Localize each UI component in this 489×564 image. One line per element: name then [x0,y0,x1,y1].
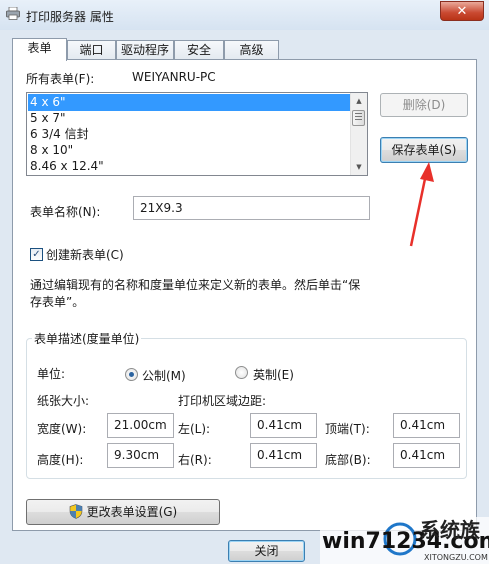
tab-security[interactable]: 安全 [174,40,224,60]
server-name: WEIYANRU-PC [132,70,216,84]
tab-advanced[interactable]: 高级 [224,40,279,60]
change-form-settings-label: 更改表单设置(G) [86,505,178,519]
list-item[interactable]: 8 x 10" [28,142,352,159]
unit-label: 单位: [37,367,66,381]
annotation-arrow-icon [409,162,434,247]
left-margin-label: 左(L): [178,422,211,436]
create-new-form-label[interactable]: 创建新表单(C) [46,246,124,263]
printer-icon [6,7,20,20]
description-text: 通过编辑现有的名称和度量单位来定义新的表单。然后单击“保存表单”。 [30,278,361,309]
form-name-label: 表单名称(N): [30,205,101,219]
create-new-form-checkbox[interactable]: ✓ [30,248,43,261]
height-input[interactable]: 9.30cm [107,443,174,468]
right-margin-label: 右(R): [178,453,212,467]
scroll-up-icon[interactable]: ▲ [353,95,365,107]
form-name-input[interactable]: 21X9.3 [133,196,370,220]
unit-english-label[interactable]: 英制(E) [253,366,294,383]
paper-size-label: 纸张大小: [37,394,90,408]
bottom-margin-input[interactable]: 0.41cm [393,443,460,468]
checkmark-icon: ✓ [32,249,41,260]
listbox-scrollbar[interactable]: ▲ ▼ [350,93,367,175]
height-label: 高度(H): [37,453,84,467]
tab-drivers[interactable]: 驱动程序 [116,40,174,60]
close-icon: ✕ [456,4,468,19]
tab-forms[interactable]: 表单 [12,38,67,61]
tab-ports[interactable]: 端口 [67,40,116,60]
unit-english-radio[interactable] [235,366,248,379]
unit-metric-label[interactable]: 公制(M) [142,367,186,384]
bottom-margin-label: 底部(B): [325,453,371,467]
right-margin-input[interactable]: 0.41cm [250,443,317,468]
uac-shield-icon [69,504,83,519]
top-margin-label: 顶端(T): [325,422,370,436]
svg-text:系统族: 系统族 [420,518,481,542]
list-item[interactable]: 6 3/4 信封 [28,126,352,143]
left-margin-input[interactable]: 0.41cm [250,413,317,438]
width-label: 宽度(W): [37,422,87,436]
delete-button[interactable]: 删除(D) [380,93,468,117]
list-item[interactable]: 4 x 6" [28,94,352,111]
forms-listbox[interactable]: 4 x 6" 5 x 7" 6 3/4 信封 8 x 10" 8.46 x 12… [26,92,368,176]
svg-text:XITONGZU.COM: XITONGZU.COM [424,553,488,562]
window-title: 打印服务器 属性 [26,10,114,24]
all-forms-label: 所有表单(F): [26,72,95,86]
change-form-settings-button[interactable]: 更改表单设置(G) [26,499,220,525]
close-button[interactable]: 关闭 [228,540,305,562]
scroll-thumb[interactable] [352,110,365,126]
printer-margins-label: 打印机区域边距: [178,394,267,408]
scroll-down-icon[interactable]: ▼ [353,161,365,173]
list-item[interactable]: 5 x 7" [28,110,352,127]
top-margin-input[interactable]: 0.41cm [393,413,460,438]
unit-metric-radio[interactable] [125,368,138,381]
width-input[interactable]: 21.00cm [107,413,174,438]
measurements-group-title: 表单描述(度量单位) [32,330,142,347]
list-item[interactable]: 8.46 x 12.4" [28,158,352,175]
close-window-button[interactable]: ✕ [440,1,484,21]
watermark-logo: win71234.com 系统族 XITONGZU.COM [320,517,489,564]
